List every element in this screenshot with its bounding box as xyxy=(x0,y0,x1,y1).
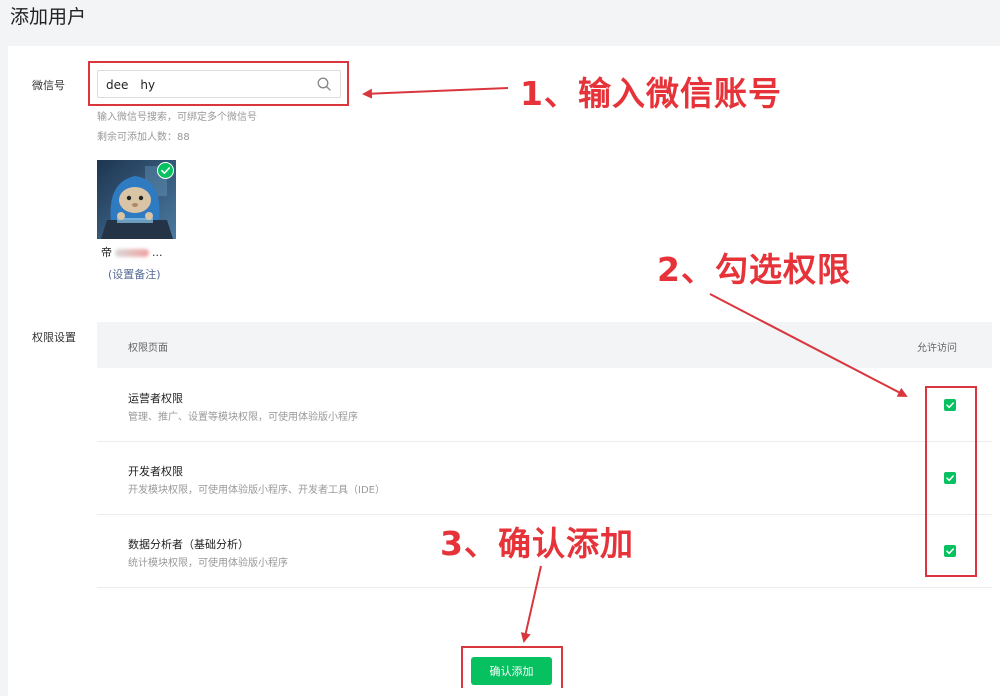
search-hint: 输入微信号搜索，可绑定多个微信号 xyxy=(97,112,257,123)
user-nickname: 帝... xyxy=(101,244,163,260)
permission-desc: 统计模块权限，可使用体验版小程序 xyxy=(128,558,288,569)
remaining-count: 剩余可添加人数：88 xyxy=(97,132,190,143)
annotation-step2: 2、勾选权限 xyxy=(657,250,851,289)
permission-desc: 管理、推广、设置等模块权限，可使用体验版小程序 xyxy=(128,412,358,423)
annotation-step1: 1、输入微信账号 xyxy=(520,74,782,113)
user-nickname-end: ... xyxy=(152,246,163,259)
nickname-blur xyxy=(115,249,149,257)
page-title: 添加用户 xyxy=(10,6,87,28)
user-nickname-start: 帝 xyxy=(101,246,112,259)
search-icon[interactable] xyxy=(317,77,331,91)
annotation-step3: 3、确认添加 xyxy=(440,524,634,563)
permission-title: 开发者权限 xyxy=(128,465,183,478)
confirm-add-button[interactable]: 确认添加 xyxy=(471,657,552,685)
selected-check-icon xyxy=(157,162,174,179)
permission-title: 运营者权限 xyxy=(128,392,183,405)
permission-desc: 开发模块权限，可使用体验版小程序、开发者工具（IDE） xyxy=(128,485,385,496)
permission-checkbox-developer[interactable] xyxy=(944,472,956,484)
set-remark-link[interactable]: (设置备注) xyxy=(108,266,161,282)
wechat-label: 微信号 xyxy=(32,79,65,92)
column-allow-access: 允许访问 xyxy=(917,343,957,354)
column-permission-page: 权限页面 xyxy=(128,343,168,354)
permissions-table-header: 权限页面 允许访问 xyxy=(97,322,992,368)
permission-row-developer: 开发者权限 开发模块权限，可使用体验版小程序、开发者工具（IDE） xyxy=(97,442,992,515)
permission-row-operator: 运营者权限 管理、推广、设置等模块权限，可使用体验版小程序 xyxy=(97,369,992,442)
wechat-search-input[interactable] xyxy=(106,75,306,93)
wechat-search-box[interactable] xyxy=(97,70,341,98)
permissions-label: 权限设置 xyxy=(32,331,76,344)
permission-checkbox-operator[interactable] xyxy=(944,399,956,411)
permission-checkbox-data-analyst[interactable] xyxy=(944,545,956,557)
permission-title: 数据分析者（基础分析） xyxy=(128,538,249,551)
